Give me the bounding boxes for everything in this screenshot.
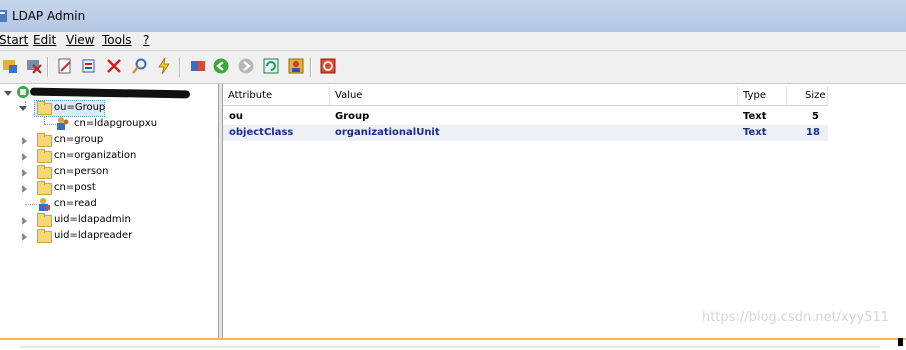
tree-item-label: uid=ldapadmin xyxy=(54,214,131,225)
tree-item-label: cn=organization xyxy=(54,150,137,161)
folder-icon xyxy=(37,181,52,195)
disconnect-icon[interactable] xyxy=(25,57,43,75)
attribute-type: Text xyxy=(743,127,767,138)
attributes-header: Attribute Value Type Size xyxy=(223,87,828,106)
book-icon[interactable] xyxy=(189,57,207,75)
app-icon xyxy=(0,9,9,23)
attribute-name: ou xyxy=(229,111,243,122)
menu-view[interactable]: View xyxy=(66,33,94,47)
column-header-size[interactable]: Size xyxy=(787,87,828,105)
user-icon[interactable] xyxy=(287,57,305,75)
back-icon[interactable] xyxy=(212,57,230,75)
tree-item-label: uid=ldapreader xyxy=(54,230,133,241)
tree-root[interactable] xyxy=(0,85,215,101)
attribute-size: 18 xyxy=(806,127,820,138)
watermark: https://blog.csdn.net/xyy511 xyxy=(702,310,889,325)
menu-help[interactable]: ? xyxy=(143,33,149,47)
table-row[interactable]: ou Group Text 5 xyxy=(223,109,828,125)
tree-item-label: cn=person xyxy=(54,166,109,177)
lightning-icon[interactable] xyxy=(155,57,173,75)
folder-icon xyxy=(37,213,52,227)
expand-arrow-icon[interactable] xyxy=(22,137,27,145)
folder-icon xyxy=(37,165,52,179)
table-row[interactable]: objectClass organizationalUnit Text 18 xyxy=(223,125,828,141)
folder-icon xyxy=(37,229,52,243)
expand-arrow-icon[interactable] xyxy=(19,106,27,111)
folder-icon xyxy=(37,133,52,147)
search-icon[interactable] xyxy=(131,57,149,75)
tree-item[interactable]: cn=group xyxy=(0,132,215,148)
attribute-name: objectClass xyxy=(229,127,294,138)
tree-item-label: cn=ldapgroupxu xyxy=(74,118,158,129)
column-header-value[interactable]: Value xyxy=(330,87,738,105)
tree-item[interactable]: cn=ldapgroupxu xyxy=(0,116,215,132)
title-bar: LDAP Admin xyxy=(0,0,906,33)
column-header-attribute[interactable]: Attribute xyxy=(223,87,330,105)
status-bar xyxy=(0,338,906,350)
expand-arrow-icon[interactable] xyxy=(22,233,27,241)
attributes-list[interactable]: Attribute Value Type Size ou Group Text … xyxy=(223,84,906,338)
expand-arrow-icon[interactable] xyxy=(22,185,27,193)
window-title: LDAP Admin xyxy=(12,9,86,23)
folder-icon xyxy=(37,149,52,163)
expand-arrow-icon[interactable] xyxy=(22,153,27,161)
tree-item[interactable]: cn=person xyxy=(0,164,215,180)
tree-item[interactable]: cn=read xyxy=(0,196,215,212)
tree-item[interactable]: uid=ldapreader xyxy=(0,228,215,244)
forward-icon[interactable] xyxy=(237,57,255,75)
group-icon xyxy=(56,116,70,131)
tree-item-label: cn=group xyxy=(54,134,104,145)
edit-icon[interactable] xyxy=(56,57,74,75)
attribute-value: Group xyxy=(335,111,370,122)
refresh-icon[interactable] xyxy=(262,57,280,75)
tree-item[interactable]: cn=organization xyxy=(0,148,215,164)
attribute-value: organizationalUnit xyxy=(335,127,440,138)
tree-item-label: ou=Group xyxy=(54,102,106,113)
user-icon xyxy=(37,197,51,211)
server-icon xyxy=(16,85,30,99)
expand-arrow-icon[interactable] xyxy=(22,169,27,177)
delete-icon[interactable] xyxy=(105,57,123,75)
toolbar xyxy=(0,51,906,84)
tree-item-label: cn=post xyxy=(54,182,96,193)
column-header-type[interactable]: Type xyxy=(738,87,787,105)
expand-arrow-icon[interactable] xyxy=(22,217,27,225)
menu-edit[interactable]: Edit xyxy=(33,33,56,47)
properties-icon[interactable] xyxy=(80,57,98,75)
cursor-marker xyxy=(898,338,903,346)
menu-tools[interactable]: Tools xyxy=(102,33,132,47)
connect-icon[interactable] xyxy=(1,57,19,75)
menu-bar: Start Edit View Tools ? xyxy=(0,32,906,51)
directory-tree[interactable]: ou=Group cn=ldapgroupxu cn=group cn=orga… xyxy=(0,84,219,338)
attribute-type: Text xyxy=(743,111,767,122)
tree-item[interactable]: cn=post xyxy=(0,180,215,196)
expand-arrow-icon[interactable] xyxy=(4,91,12,96)
redacted-server-name xyxy=(29,87,191,99)
tree-item[interactable]: ou=Group xyxy=(0,100,215,117)
exit-icon[interactable] xyxy=(319,57,337,75)
tree-item-label: cn=read xyxy=(54,198,97,209)
attribute-size: 5 xyxy=(812,111,819,122)
menu-start[interactable]: Start xyxy=(0,33,28,47)
tree-item[interactable]: uid=ldapadmin xyxy=(0,212,215,228)
folder-icon xyxy=(37,101,52,115)
